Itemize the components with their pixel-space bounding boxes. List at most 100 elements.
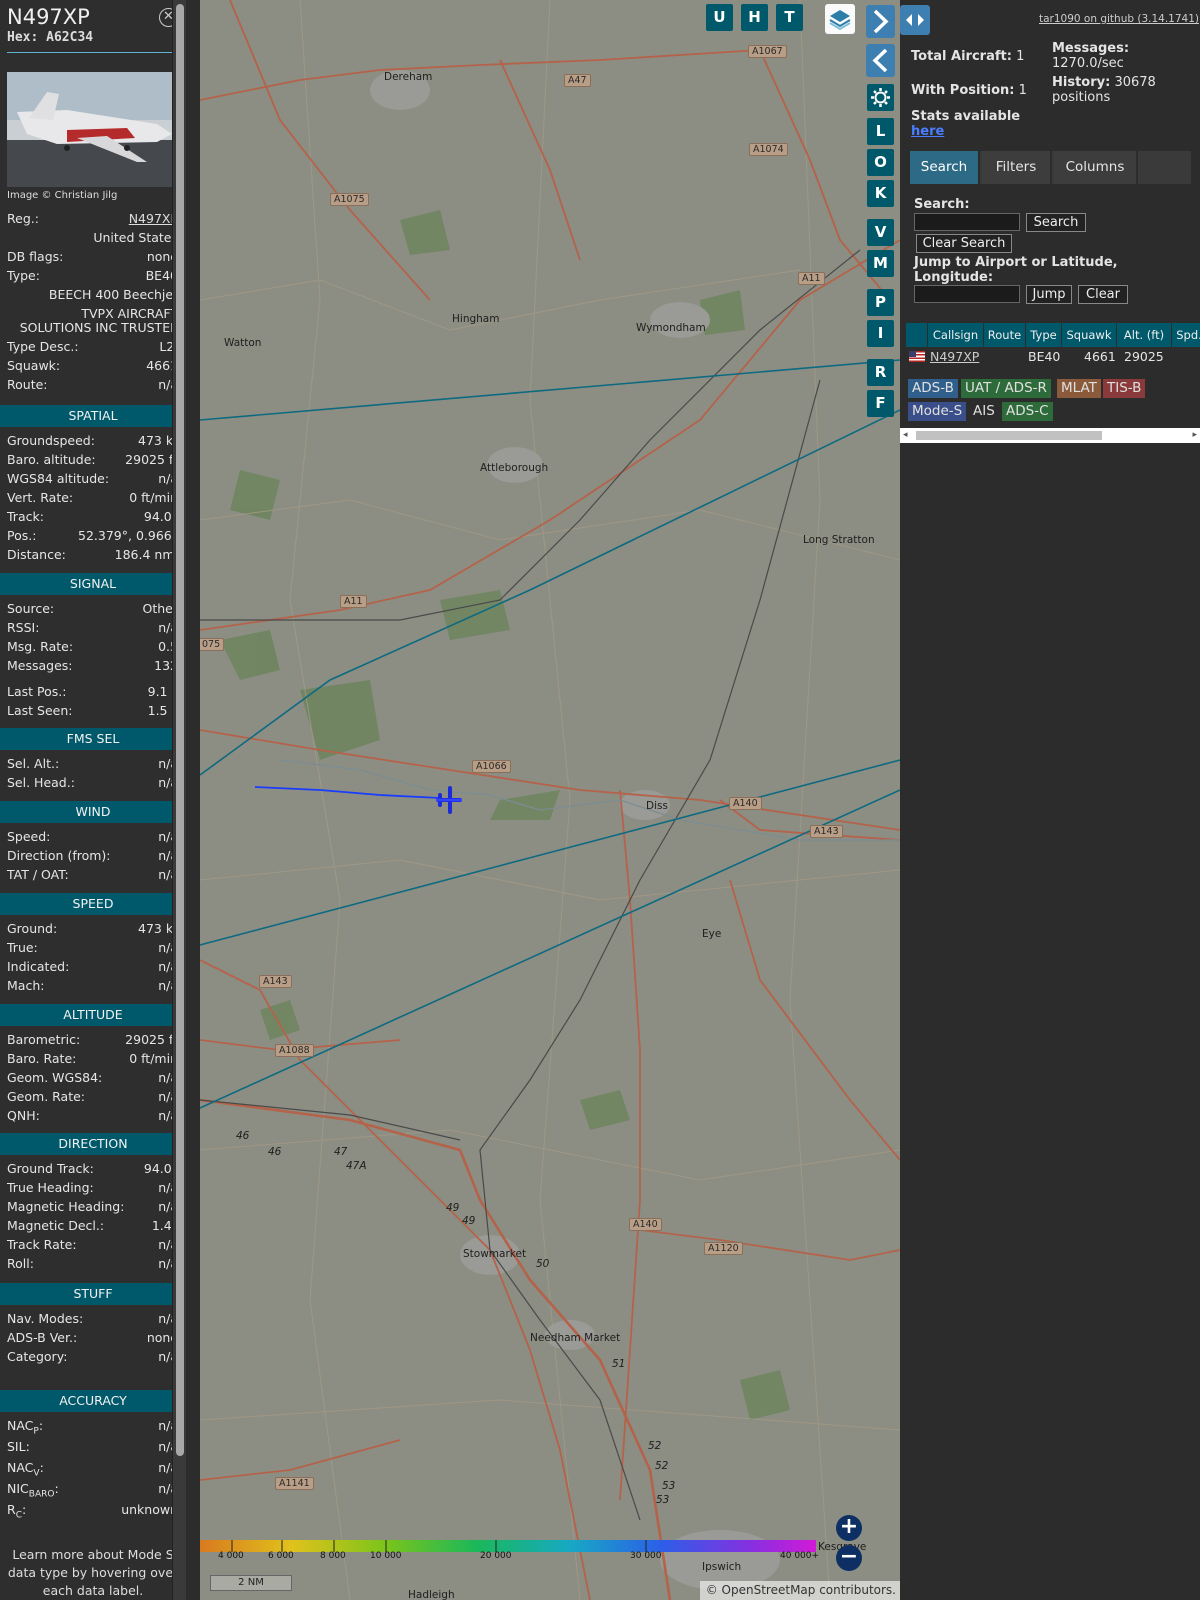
direction-label[interactable]: Roll: [7, 1256, 34, 1271]
place-label: Dereham [384, 71, 433, 83]
map-view[interactable]: Dereham Watton Hingham Wymondham Attlebo… [200, 0, 900, 1600]
clear-button[interactable]: Clear [1078, 285, 1128, 304]
column-header-squawk[interactable]: Squawk [1062, 323, 1116, 347]
stuff-label[interactable]: Nav. Modes: [7, 1311, 83, 1326]
button-h[interactable]: H [741, 4, 768, 31]
wind-label[interactable]: TAT / OAT: [7, 867, 69, 882]
button-v[interactable]: V [867, 219, 894, 246]
aircraft-photo[interactable] [7, 72, 178, 187]
accuracy-label[interactable]: SIL: [7, 1439, 30, 1454]
wind-label[interactable]: Speed: [7, 829, 50, 844]
jump-button[interactable]: Jump [1026, 285, 1072, 304]
signal-label[interactable]: Messages: [7, 658, 73, 673]
fms-label[interactable]: Sel. Alt.: [7, 756, 59, 771]
signal-label[interactable]: Msg. Rate: [7, 639, 73, 654]
spatial-label[interactable]: Track: [7, 509, 44, 524]
column-header-route[interactable]: Route [984, 323, 1025, 347]
direction-label[interactable]: Magnetic Heading: [7, 1199, 124, 1214]
expand-collapse-icon[interactable] [900, 5, 930, 35]
chevron-left-icon[interactable] [866, 44, 895, 77]
jump-input[interactable] [914, 285, 1020, 303]
callsign-cell[interactable]: N497XP [930, 349, 979, 364]
direction-row: Ground Track: 94.0° [7, 1161, 178, 1179]
direction-label[interactable]: Track Rate: [7, 1237, 77, 1252]
altitude-label[interactable]: QNH: [7, 1108, 40, 1123]
fms-label[interactable]: Sel. Head.: [7, 775, 75, 790]
direction-label[interactable]: True Heading: [7, 1180, 94, 1195]
place-label: Watton [224, 337, 262, 349]
stats-link[interactable]: here [911, 124, 944, 139]
github-link[interactable]: tar1090 on github (3.14.1741) [1039, 13, 1199, 25]
button-f[interactable]: F [867, 390, 894, 417]
zoom-in-button[interactable]: + [836, 1515, 862, 1541]
accuracy-label[interactable]: NAC [7, 1418, 33, 1433]
button-o[interactable]: O [867, 149, 894, 176]
button-r[interactable]: R [867, 359, 894, 386]
speed-label[interactable]: Mach: [7, 978, 44, 993]
column-header-speed[interactable]: Spd. [1172, 323, 1200, 347]
scrollbar-thumb[interactable] [916, 431, 1102, 440]
scroll-right-icon[interactable]: ▸ [1192, 430, 1197, 440]
altitude-label[interactable]: Barometric: [7, 1032, 80, 1047]
tab-filters[interactable]: Filters [982, 151, 1052, 184]
accuracy-label[interactable]: NIC [7, 1481, 29, 1496]
accuracy-label[interactable]: NAC [7, 1460, 33, 1475]
button-u[interactable]: U [706, 4, 733, 31]
chevron-right-icon[interactable] [866, 5, 895, 38]
altitude-label[interactable]: Geom. Rate: [7, 1089, 85, 1104]
stuff-label[interactable]: ADS-B Ver.: [7, 1330, 77, 1345]
direction-label[interactable]: Ground Track: [7, 1161, 94, 1176]
speed-label[interactable]: Ground: [7, 921, 57, 936]
signal-label[interactable]: Last Seen: [7, 703, 72, 718]
map-attribution[interactable]: © OpenStreetMap contributors. [700, 1581, 900, 1600]
layers-icon[interactable] [825, 4, 855, 34]
spatial-label[interactable]: Vert. Rate: [7, 490, 73, 505]
button-m[interactable]: M [867, 250, 894, 277]
button-l[interactable]: L [867, 118, 894, 145]
road-label: A1066 [472, 760, 511, 773]
signal-label[interactable]: Last Pos.: [7, 684, 66, 699]
signal-label[interactable]: Source: [7, 601, 54, 616]
spatial-label[interactable]: Groundspeed: [7, 433, 95, 448]
signal-row: Source: Other [7, 601, 178, 619]
scroll-left-icon[interactable]: ◂ [903, 430, 908, 440]
column-header-type[interactable]: Type [1026, 323, 1061, 347]
button-k[interactable]: K [867, 180, 894, 207]
spatial-value: 52.379°, 0.966° [78, 528, 178, 543]
altitude-label[interactable]: Geom. WGS84: [7, 1070, 102, 1085]
button-i[interactable]: I [867, 320, 894, 347]
spatial-label[interactable]: Distance: [7, 547, 66, 562]
signal-label[interactable]: RSSI: [7, 620, 39, 635]
search-button[interactable]: Search [1026, 213, 1086, 232]
direction-label[interactable]: Magnetic Decl.: [7, 1218, 104, 1233]
column-header-callsign[interactable]: Callsign [928, 323, 983, 347]
reg-link[interactable]: N497XP [129, 211, 178, 226]
speed-label[interactable]: Indicated: [7, 959, 69, 974]
stuff-label[interactable]: Category: [7, 1349, 67, 1364]
wind-label[interactable]: Direction (from): [7, 848, 111, 863]
spatial-value: 0 ft/min [129, 490, 178, 505]
table-horizontal-scrollbar[interactable]: ◂ ▸ [900, 428, 1200, 443]
spatial-label[interactable]: WGS84 altitude: [7, 471, 109, 486]
search-input[interactable] [914, 213, 1020, 231]
button-t[interactable]: T [776, 4, 803, 31]
altitude-row: Barometric: 29025 ft [7, 1032, 178, 1050]
clear-search-button[interactable]: Clear Search [916, 234, 1012, 253]
signal-row: Msg. Rate: 0.5 [7, 639, 178, 657]
total-aircraft-value: 1 [1016, 49, 1025, 64]
spatial-label[interactable]: Baro. altitude: [7, 452, 96, 467]
button-p[interactable]: P [867, 289, 894, 316]
table-row[interactable]: N497XP BE40 4661 29025 [906, 348, 1200, 366]
tick-label: 30 000 [630, 1551, 662, 1561]
tab-columns[interactable]: Columns [1054, 151, 1138, 184]
speed-label[interactable]: True: [7, 940, 38, 955]
spatial-label[interactable]: Pos.: [7, 528, 36, 543]
gear-icon[interactable] [867, 84, 894, 111]
accuracy-label[interactable]: R [7, 1502, 16, 1517]
tab-search[interactable]: Search [910, 151, 980, 184]
road-label: A1075 [330, 193, 369, 206]
column-header-altitude[interactable]: Alt. (ft) [1117, 323, 1171, 347]
scrollbar-thumb[interactable] [176, 4, 184, 1456]
sidebar-scrollbar[interactable] [172, 0, 186, 1600]
altitude-label[interactable]: Baro. Rate: [7, 1051, 76, 1066]
